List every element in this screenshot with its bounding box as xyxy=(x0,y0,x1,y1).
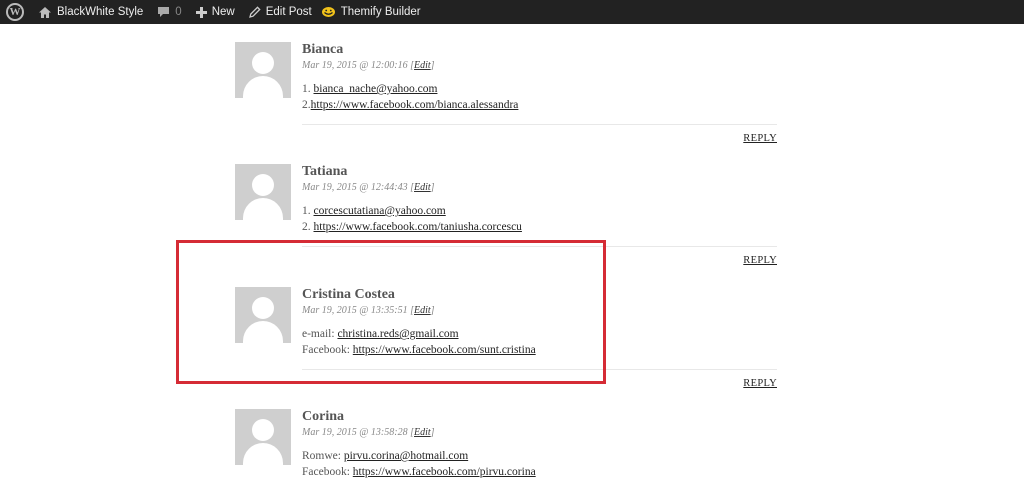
line-prefix: 1. xyxy=(302,205,314,217)
comment-bubble-icon xyxy=(158,7,170,17)
comments-count: 0 xyxy=(175,6,182,18)
pencil-icon xyxy=(248,6,261,18)
email-link[interactable]: bianca_nache@yahoo.com xyxy=(314,83,438,95)
avatar xyxy=(235,409,291,465)
comment-date: Mar 19, 2015 @ 13:58:28 xyxy=(302,427,408,438)
comment-author: Corina xyxy=(302,409,344,424)
edit-post-link[interactable]: Edit Post xyxy=(242,0,319,24)
site-name-label: BlackWhite Style xyxy=(57,6,144,18)
comment-divider xyxy=(302,124,777,125)
comment-body: Bianca Mar 19, 2015 @ 12:00:16 [Edit] 1.… xyxy=(302,42,777,113)
site-name-link[interactable]: BlackWhite Style xyxy=(31,0,150,24)
avatar xyxy=(235,164,291,220)
comment-text: 1. corcescutatiana@yahoo.com 2. https://… xyxy=(302,204,777,235)
comments-link[interactable]: 0 xyxy=(150,0,188,24)
comment-meta: Mar 19, 2015 @ 13:58:28 [Edit] xyxy=(302,427,435,438)
comment-date: Mar 19, 2015 @ 12:44:43 xyxy=(302,182,408,193)
comment-date: Mar 19, 2015 @ 12:00:16 xyxy=(302,60,408,71)
comment-text: 1. bianca_nache@yahoo.com 2.https://www.… xyxy=(302,82,777,113)
line-prefix: Facebook: xyxy=(302,465,353,478)
facebook-link[interactable]: https://www.facebook.com/pirvu.corina xyxy=(353,466,536,478)
line-prefix: 2. xyxy=(302,220,314,233)
comment-body: Tatiana Mar 19, 2015 @ 12:44:43 [Edit] 1… xyxy=(302,164,777,235)
comment-body: Corina Mar 19, 2015 @ 13:58:28 [Edit] Ro… xyxy=(302,409,777,480)
themify-icon xyxy=(321,6,335,17)
edit-post-label: Edit Post xyxy=(265,6,312,18)
line-prefix: 1. xyxy=(302,83,314,95)
comment-meta: Mar 19, 2015 @ 12:44:43 [Edit] xyxy=(302,182,435,193)
edit-comment-link[interactable]: Edit xyxy=(414,60,431,71)
plus-icon xyxy=(195,6,207,18)
facebook-link[interactable]: https://www.facebook.com/taniusha.corces… xyxy=(314,221,522,233)
comment-author: Tatiana xyxy=(302,164,348,179)
avatar xyxy=(235,42,291,98)
line-prefix: 2. xyxy=(302,98,311,111)
wordpress-menu[interactable]: W xyxy=(0,0,31,24)
comment-author: Bianca xyxy=(302,42,344,57)
email-link[interactable]: corcescutatiana@yahoo.com xyxy=(314,205,446,217)
themify-builder-link[interactable]: Themify Builder xyxy=(319,0,428,24)
new-label: New xyxy=(211,6,235,18)
comment-meta: Mar 19, 2015 @ 12:00:16 [Edit] xyxy=(302,60,435,71)
new-content-link[interactable]: New xyxy=(189,0,242,24)
wordpress-logo-icon: W xyxy=(6,3,24,21)
reply-button[interactable]: REPLY xyxy=(743,255,777,266)
highlight-box xyxy=(176,240,606,384)
email-link[interactable]: pirvu.corina@hotmail.com xyxy=(344,450,468,462)
facebook-link[interactable]: https://www.facebook.com/bianca.alessand… xyxy=(311,99,519,111)
edit-comment-link[interactable]: Edit xyxy=(414,182,431,193)
themify-builder-label: Themify Builder xyxy=(340,6,421,18)
home-icon xyxy=(39,6,51,18)
admin-bar: W BlackWhite Style 0 New Edit Post Themi… xyxy=(0,0,1024,24)
line-prefix: Romwe: xyxy=(302,450,344,462)
edit-comment-link[interactable]: Edit xyxy=(414,427,431,438)
comment-text: Romwe: pirvu.corina@hotmail.com Facebook… xyxy=(302,449,777,480)
reply-button[interactable]: REPLY xyxy=(743,378,777,389)
reply-button[interactable]: REPLY xyxy=(743,133,777,144)
